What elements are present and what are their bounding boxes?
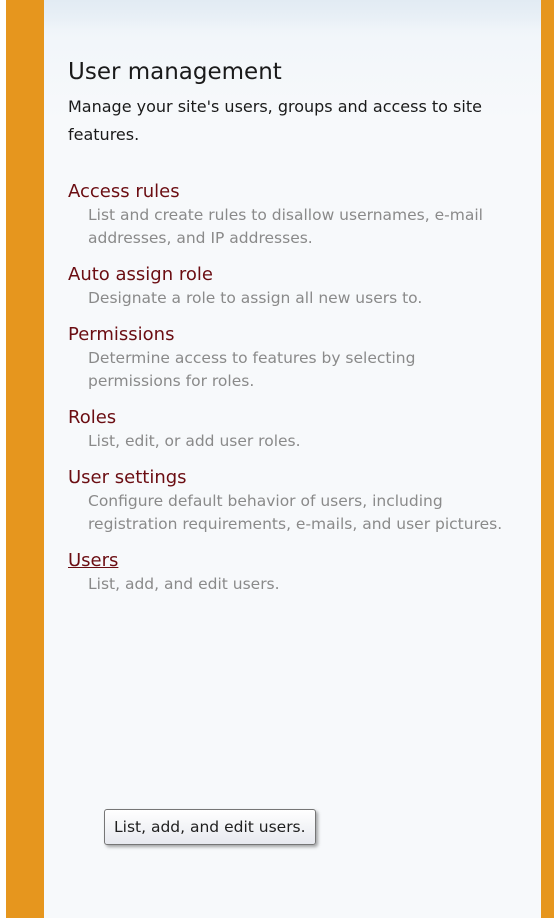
access-rules-description: List and create rules to disallow userna… <box>88 206 483 247</box>
roles-link[interactable]: Roles <box>68 406 116 430</box>
right-accent-bar <box>541 0 554 918</box>
auto-assign-role-link[interactable]: Auto assign role <box>68 263 213 287</box>
left-accent-bar <box>6 0 44 918</box>
menu-item-user-settings: User settings Configure default behavior… <box>68 466 528 536</box>
users-description: List, add, and edit users. <box>88 575 280 593</box>
menu-item-roles: Roles List, edit, or add user roles. <box>68 406 528 453</box>
user-settings-link[interactable]: User settings <box>68 466 187 490</box>
section-description: Manage your site's users, groups and acc… <box>68 97 482 144</box>
menu-item-users: Users List, add, and edit users. <box>68 549 528 596</box>
menu-list: Access rules List and create rules to di… <box>68 180 528 596</box>
permissions-description: Determine access to features by selectin… <box>88 349 416 390</box>
user-management-section: User management Manage your site's users… <box>68 58 528 609</box>
access-rules-link[interactable]: Access rules <box>68 180 180 204</box>
users-tooltip: List, add, and edit users. <box>104 809 316 845</box>
roles-description: List, edit, or add user roles. <box>88 432 301 450</box>
auto-assign-role-description: Designate a role to assign all new users… <box>88 289 423 307</box>
menu-item-permissions: Permissions Determine access to features… <box>68 323 528 393</box>
menu-item-auto-assign-role: Auto assign role Designate a role to ass… <box>68 263 528 310</box>
page-frame: User management Manage your site's users… <box>0 0 554 918</box>
panel-top-fade <box>44 0 541 30</box>
menu-item-access-rules: Access rules List and create rules to di… <box>68 180 528 250</box>
users-link[interactable]: Users <box>68 549 118 573</box>
permissions-link[interactable]: Permissions <box>68 323 174 347</box>
user-settings-description: Configure default behavior of users, inc… <box>88 492 503 533</box>
section-title: User management <box>68 59 282 85</box>
